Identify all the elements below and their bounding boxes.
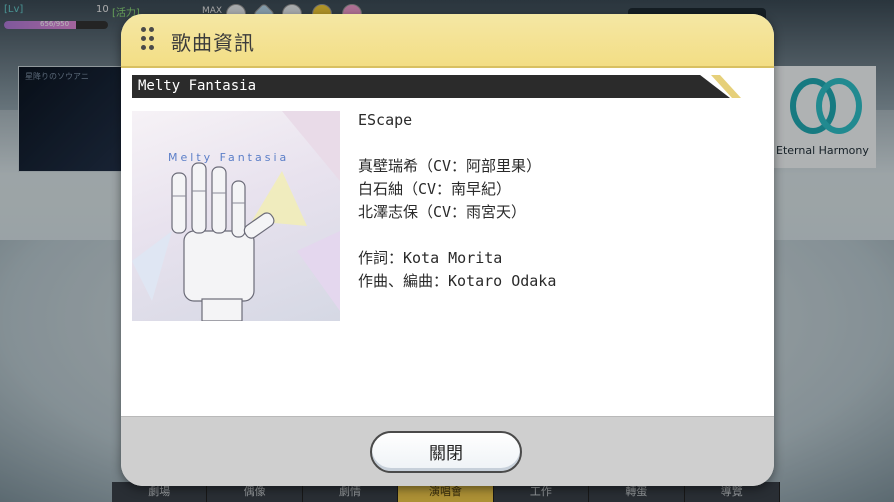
singer-2: 白石紬（CV：南早紀） (358, 180, 512, 198)
lyricist: 作詞：Kota Morita (358, 249, 503, 267)
grip-dots-icon (141, 27, 154, 53)
dialog-title: 歌曲資訊 (171, 31, 255, 55)
composer-arranger: 作曲、編曲：Kotaro Odaka (358, 272, 557, 290)
singer-3: 北澤志保（CV：雨宮天） (358, 203, 527, 221)
album-cover: Melty Fantasia (132, 111, 340, 321)
dialog-footer: 關閉 (121, 416, 774, 486)
song-credits: EScape 真壁瑞希（CV：阿部里果） 白石紬（CV：南早紀） 北澤志保（CV… (358, 109, 556, 293)
singer-1: 真壁瑞希（CV：阿部里果） (358, 157, 542, 175)
dialog-header: 歌曲資訊 (121, 14, 774, 68)
unit-name: EScape (358, 111, 413, 129)
cover-art-illustration (132, 111, 340, 321)
close-button[interactable]: 關閉 (370, 431, 522, 473)
cover-title-text: Melty Fantasia (168, 151, 290, 164)
song-info-dialog: 歌曲資訊 Melty Fantasia Melty Fantasia EScap… (121, 14, 774, 486)
song-title: Melty Fantasia (138, 78, 257, 94)
